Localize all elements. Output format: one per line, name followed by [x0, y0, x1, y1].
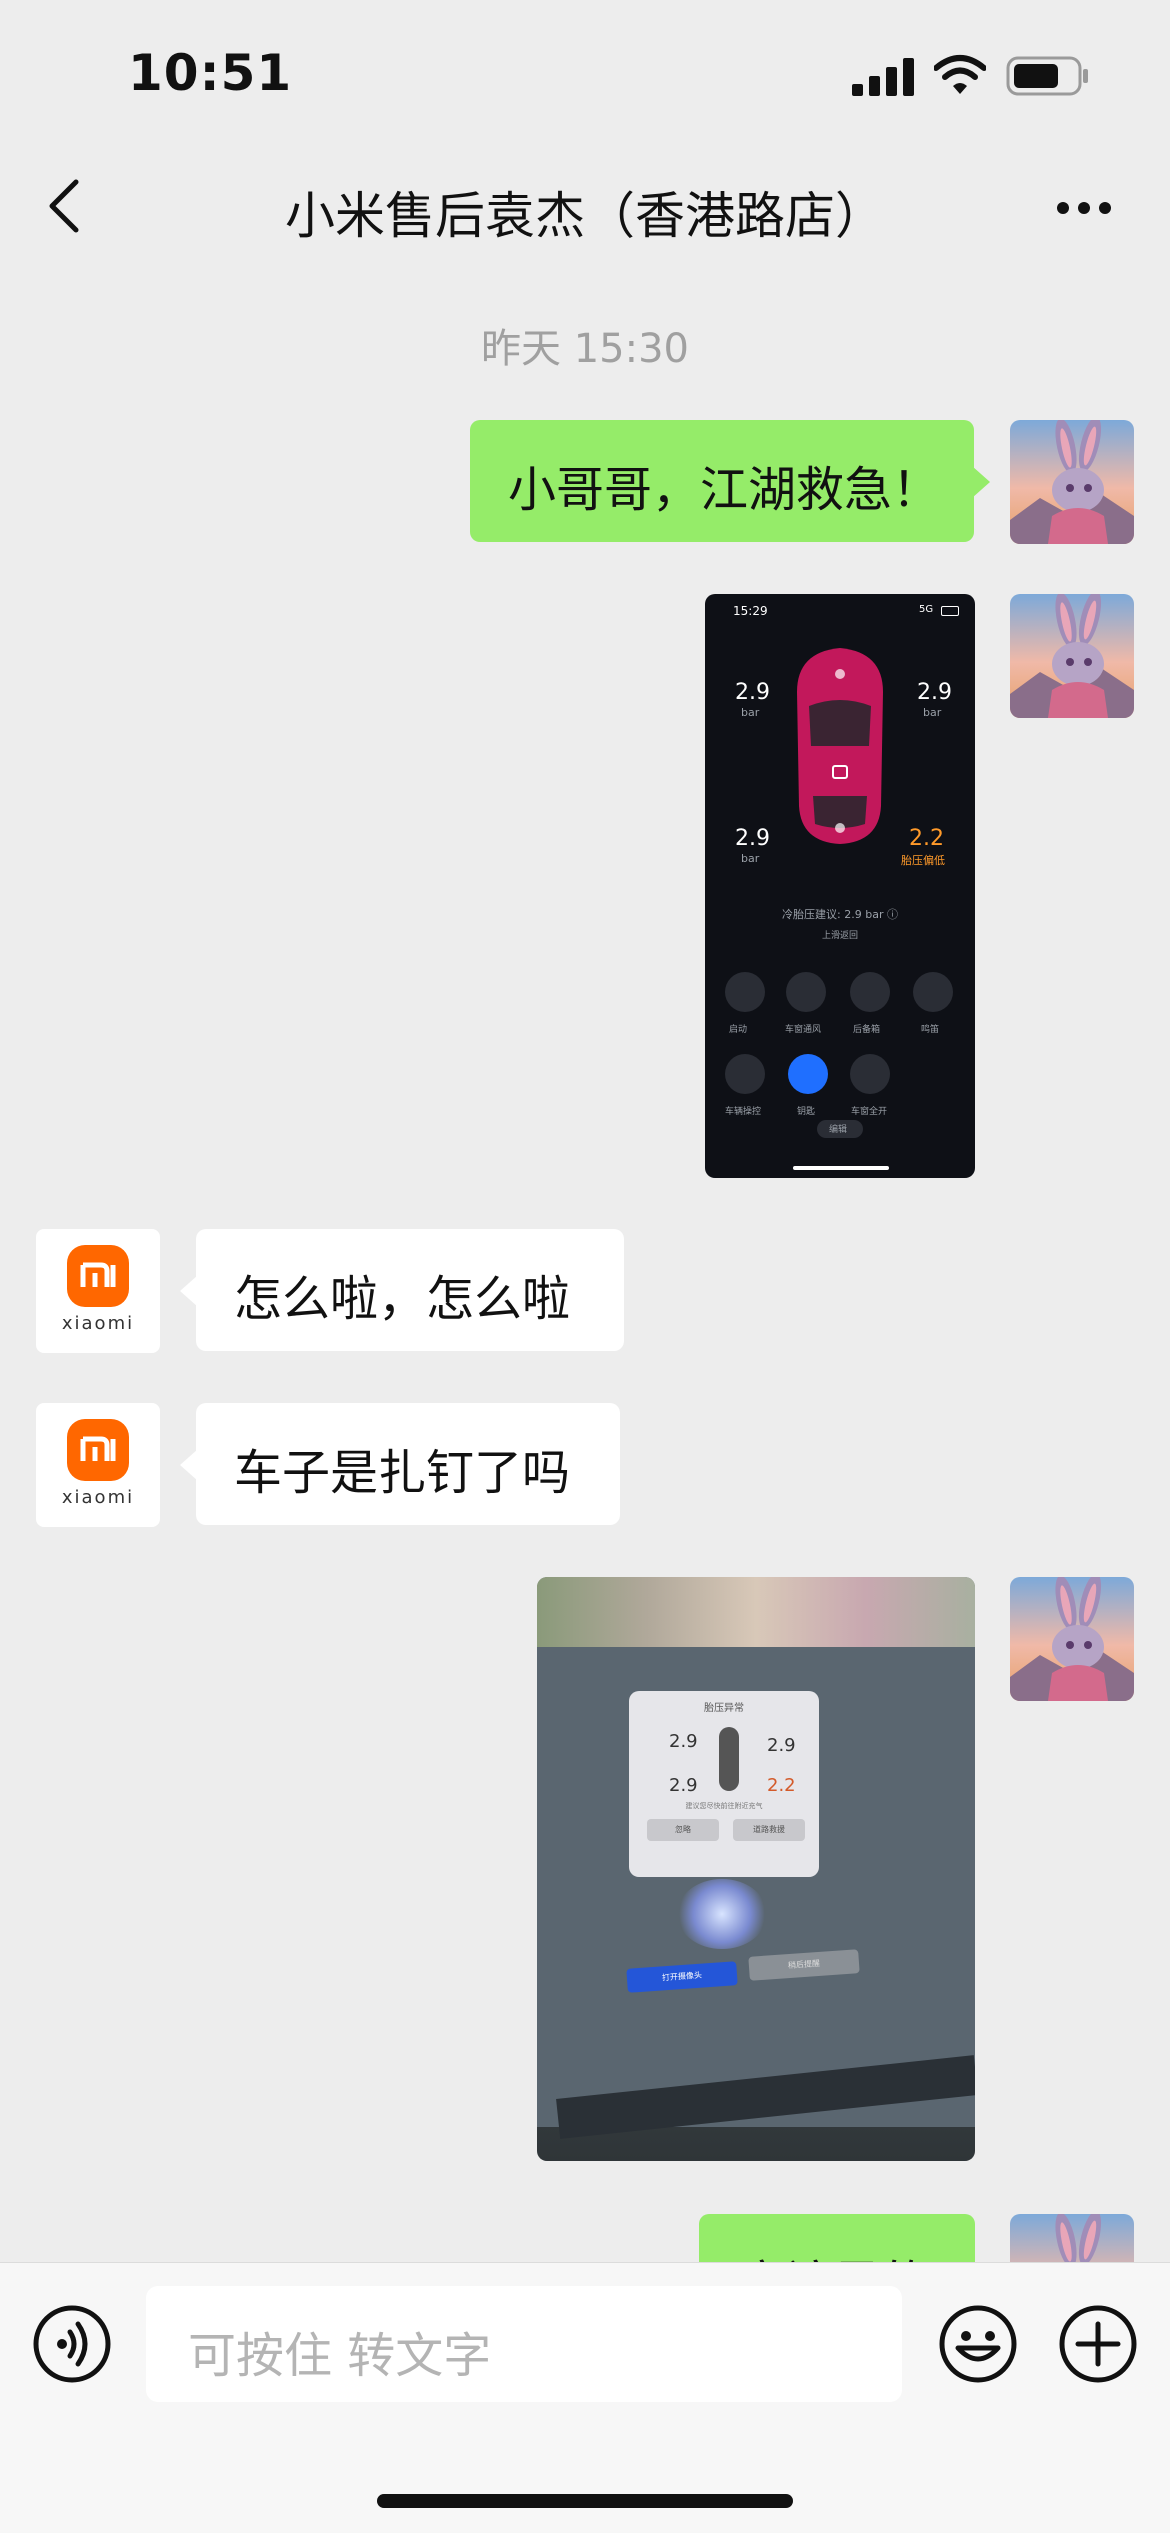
dialog-title: 胎压异常	[704, 1703, 744, 1714]
control-trunk	[850, 972, 890, 1012]
image-message-app-screenshot[interactable]: 15:29 5G 2.9 bar 2.9 bar 2.9 bar 2.2 胎压偏…	[705, 594, 975, 1178]
control-label: 启动	[729, 1025, 748, 1035]
home-indicator	[377, 2494, 793, 2508]
home-bar	[793, 1166, 889, 1170]
control-label: 后备箱	[853, 1025, 881, 1035]
edit-pill: 编辑	[817, 1120, 863, 1138]
dialog-btn-right: 道路救援	[733, 1819, 805, 1841]
tire-rl-unit: bar	[741, 852, 760, 865]
control-vehicle	[725, 1054, 765, 1094]
dialog-hint: 建议您尽快前往附近充气	[685, 1802, 763, 1810]
tire-fl: 2.9	[735, 680, 770, 705]
tire-rr: 2.2	[909, 826, 944, 851]
battery-icon	[1006, 56, 1090, 96]
more-icon[interactable]	[1056, 200, 1112, 214]
control-label: 车窗通风	[785, 1025, 822, 1035]
message-bubble-incoming[interactable]: 车子是扎钉了吗	[180, 1403, 620, 1525]
tire-dialog: 胎压异常 2.9 2.9 2.9 2.2 建议您尽快前往附近充气 忽略 道路救援	[629, 1691, 819, 1877]
pressure-advice: 冷胎压建议: 2.9 bar ⓘ	[782, 908, 898, 921]
voice-icon[interactable]	[32, 2304, 112, 2384]
dialog-fr: 2.9	[767, 1735, 796, 1756]
status-time: 10:51	[128, 44, 293, 102]
my-avatar[interactable]	[1010, 594, 1134, 718]
control-label: 鸣笛	[921, 1025, 940, 1035]
car-top-view	[797, 648, 883, 844]
dialog-rl: 2.9	[669, 1775, 698, 1796]
message-text: 小哥哥，江湖救急！	[508, 462, 941, 518]
chat-timestamp: 昨天 15:30	[481, 326, 689, 372]
control-label: 钥匙	[797, 1107, 816, 1117]
signal-icon	[852, 58, 916, 96]
shot-battery-icon	[941, 606, 959, 616]
tire-rl: 2.9	[735, 826, 770, 851]
shot-time: 15:29	[733, 604, 768, 618]
message-input[interactable]: 可按住 转文字	[146, 2286, 902, 2402]
message-bubble-outgoing[interactable]: 小哥哥，江湖救急！	[470, 420, 990, 542]
tire-rr-warning: 胎压偏低	[901, 854, 945, 867]
contact-avatar[interactable]: xiaomi	[36, 1403, 160, 1527]
my-avatar[interactable]	[1010, 420, 1134, 544]
xiaomi-wordmark: xiaomi	[61, 1313, 135, 1334]
control-window-vent	[786, 972, 826, 1012]
control-start	[725, 972, 765, 1012]
message-text: 怎么啦，怎么啦	[234, 1271, 571, 1327]
tire-fl-unit: bar	[741, 706, 760, 719]
my-avatar[interactable]	[1010, 1577, 1134, 1701]
plus-icon[interactable]	[1058, 2304, 1138, 2384]
chat-title: 小米售后袁杰（香港路店）	[285, 187, 885, 245]
dialog-btn-left-label: 忽略	[675, 1825, 691, 1834]
wifi-icon	[933, 54, 987, 96]
dialog-rr: 2.2	[767, 1775, 796, 1796]
swipe-hint: 上滑返回	[821, 931, 858, 941]
tire-fr: 2.9	[917, 680, 952, 705]
message-text: 车子是扎钉了吗	[234, 1445, 571, 1501]
shot-signal: 5G	[919, 604, 934, 615]
input-placeholder: 可按住 转文字	[188, 2328, 492, 2384]
control-label: 车窗全开	[851, 1107, 888, 1117]
xiaomi-logo-icon	[67, 1245, 129, 1307]
control-key	[788, 1054, 828, 1094]
dialog-btn-left: 忽略	[647, 1819, 719, 1841]
blue-button-label: 打开摄像头	[661, 1970, 703, 1983]
gray-button-label: 稍后提醒	[787, 1958, 821, 1971]
image-message-car-photo[interactable]: 胎压异常 2.9 2.9 2.9 2.2 建议您尽快前往附近充气 忽略 道路救援…	[537, 1577, 975, 2161]
tire-fr-unit: bar	[923, 706, 942, 719]
edit-label: 编辑	[829, 1125, 848, 1135]
dialog-btn-right-label: 道路救援	[753, 1825, 785, 1834]
control-window-open	[850, 1054, 890, 1094]
toy-figures	[537, 1577, 975, 1657]
xiaomi-wordmark: xiaomi	[61, 1487, 135, 1508]
contact-avatar[interactable]: xiaomi	[36, 1229, 160, 1353]
xiaomi-logo-icon	[67, 1419, 129, 1481]
glow-sphere	[677, 1879, 767, 1949]
emoji-icon[interactable]	[938, 2304, 1018, 2384]
message-bubble-incoming[interactable]: 怎么啦，怎么啦	[180, 1229, 624, 1351]
dialog-fl: 2.9	[669, 1731, 698, 1752]
control-horn	[913, 972, 953, 1012]
dialog-car-icon	[719, 1727, 739, 1791]
control-label: 车辆操控	[725, 1107, 762, 1117]
